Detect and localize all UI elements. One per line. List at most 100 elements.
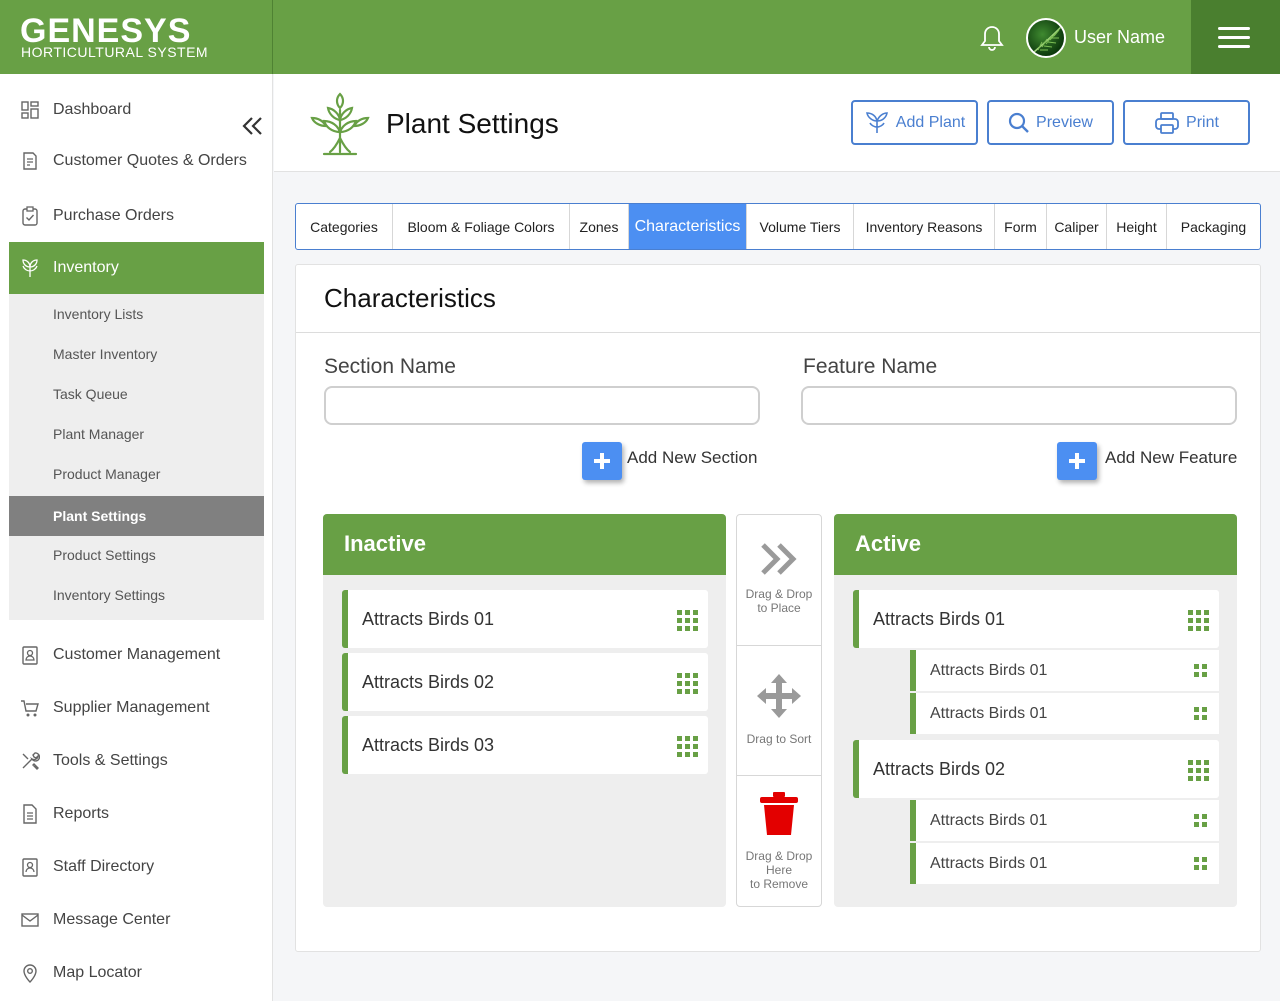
feature-name-input[interactable] (801, 386, 1237, 425)
active-panel: Active Attracts Birds 01 Attracts Birds … (834, 514, 1237, 907)
plus-icon (1069, 453, 1085, 469)
sidebar-item-label: Tools & Settings (53, 752, 168, 769)
sidebar-item-label: Dashboard (53, 101, 132, 118)
drag-handle-icon[interactable] (677, 736, 698, 757)
characteristics-card: Characteristics Section Name Feature Nam… (295, 264, 1261, 952)
drag-handle-icon[interactable] (1188, 610, 1209, 631)
inactive-item[interactable]: Attracts Birds 03 (342, 716, 708, 774)
quotes-icon (23, 152, 37, 170)
sidebar-item-staff-directory[interactable]: Staff Directory (9, 847, 264, 887)
page-header: Plant Settings Add Plant Preview Print (274, 74, 1280, 172)
active-title: Active (834, 514, 1237, 575)
sidebar-item-label: Customer Quotes & Orders (53, 152, 247, 169)
tab-bloom-foliage-colors[interactable]: Bloom & Foliage Colors (393, 204, 570, 249)
sidebar-subitem-task-queue[interactable]: Task Queue (9, 374, 264, 414)
drag-handle-icon[interactable] (1194, 664, 1207, 677)
settings-tabs: Categories Bloom & Foliage Colors Zones … (295, 203, 1261, 250)
drop-to-place-zone[interactable]: Drag & Drop to Place (737, 515, 821, 646)
map-pin-icon (23, 964, 37, 983)
section-name-input[interactable] (324, 386, 760, 425)
menu-line (1218, 36, 1250, 39)
tab-height[interactable]: Height (1107, 204, 1167, 249)
plant-icon (22, 259, 38, 277)
print-button[interactable]: Print (1123, 100, 1250, 145)
sidebar-subitem-inventory-settings[interactable]: Inventory Settings (9, 575, 264, 615)
sidebar-item-dashboard[interactable]: Dashboard (9, 90, 264, 135)
sidebar-item-supplier-management[interactable]: Supplier Management (9, 688, 264, 728)
dashboard-icon (21, 101, 39, 119)
logo[interactable]: GENESYS HORTICULTURAL SYSTEM (0, 0, 273, 74)
tab-form[interactable]: Form (995, 204, 1047, 249)
sidebar-item-customer-management[interactable]: Customer Management (9, 635, 264, 675)
hamburger-menu-button[interactable] (1191, 0, 1280, 74)
sidebar-item-customer-quotes[interactable]: Customer Quotes & Orders (9, 141, 264, 181)
sidebar-item-purchase-orders[interactable]: Purchase Orders (9, 196, 264, 236)
inactive-title: Inactive (323, 514, 726, 575)
sort-text: Drag to Sort (746, 732, 812, 746)
tab-inventory-reasons[interactable]: Inventory Reasons (854, 204, 995, 249)
card-title: Characteristics (324, 283, 496, 313)
sidebar-subitem-plant-manager[interactable]: Plant Manager (9, 414, 264, 454)
trash-icon (760, 792, 798, 835)
group-label: Attracts Birds 02 (873, 758, 1006, 779)
sidebar-item-label: Map Locator (53, 964, 142, 981)
double-chevron-left-icon[interactable] (241, 116, 265, 136)
drag-handle-icon[interactable] (1194, 814, 1207, 827)
tab-packaging[interactable]: Packaging (1167, 204, 1260, 249)
drag-handle-icon[interactable] (1194, 707, 1207, 720)
contact-icon (22, 646, 38, 665)
active-subitem[interactable]: Attracts Birds 01 (910, 843, 1219, 884)
sidebar-item-label: Supplier Management (53, 699, 210, 716)
sidebar-subitem-product-manager[interactable]: Product Manager (9, 454, 264, 494)
printer-icon (1155, 111, 1179, 134)
sidebar-item-label: Inventory (53, 259, 119, 276)
user-name[interactable]: User Name (1074, 27, 1165, 48)
remove-drop-zone[interactable]: Drag & Drop Here to Remove (737, 776, 821, 907)
sidebar-item-tools-settings[interactable]: Tools & Settings (9, 741, 264, 781)
place-text-line: Drag & Drop (745, 587, 813, 601)
sidebar-item-inventory[interactable]: Inventory (9, 242, 264, 294)
sidebar-item-label: Customer Management (53, 646, 221, 663)
inactive-item[interactable]: Attracts Birds 02 (342, 653, 708, 711)
tab-characteristics[interactable]: Characteristics (629, 204, 747, 249)
active-subitem[interactable]: Attracts Birds 01 (910, 650, 1219, 691)
add-plant-button[interactable]: Add Plant (851, 100, 978, 145)
remove-text-line: Here (765, 863, 792, 877)
add-section-label[interactable]: Add New Section (627, 448, 757, 468)
report-icon (23, 804, 37, 824)
active-group[interactable]: Attracts Birds 01 (853, 590, 1219, 648)
preview-button[interactable]: Preview (987, 100, 1114, 145)
active-subitem[interactable]: Attracts Birds 01 (910, 693, 1219, 734)
add-section-button[interactable] (582, 442, 622, 480)
active-subitem[interactable]: Attracts Birds 01 (910, 800, 1219, 841)
tab-volume-tiers[interactable]: Volume Tiers (747, 204, 854, 249)
feature-name-label: Feature Name (803, 355, 938, 378)
avatar[interactable] (1026, 18, 1066, 58)
drag-to-sort-zone: Drag to Sort (737, 646, 821, 776)
drag-handle-icon[interactable] (1194, 857, 1207, 870)
sidebar-subitem-master-inventory[interactable]: Master Inventory (9, 334, 264, 374)
add-feature-label[interactable]: Add New Feature (1105, 448, 1237, 468)
drag-handle-icon[interactable] (677, 673, 698, 694)
plus-icon (594, 453, 610, 469)
tab-caliper[interactable]: Caliper (1047, 204, 1107, 249)
sidebar-subitem-product-settings[interactable]: Product Settings (9, 535, 264, 575)
sidebar-item-reports[interactable]: Reports (9, 794, 264, 834)
sidebar-subitem-inventory-lists[interactable]: Inventory Lists (9, 294, 264, 334)
active-group[interactable]: Attracts Birds 02 (853, 740, 1219, 798)
add-feature-button[interactable] (1057, 442, 1097, 480)
tab-categories[interactable]: Categories (296, 204, 393, 249)
drag-handle-icon[interactable] (1188, 760, 1209, 781)
add-plant-label: Add Plant (895, 113, 966, 131)
sidebar-item-map-locator[interactable]: Map Locator (9, 953, 264, 993)
divider (296, 332, 1260, 333)
bell-icon[interactable] (979, 24, 1005, 52)
clipboard-icon (22, 206, 38, 226)
sidebar-subitem-plant-settings[interactable]: Plant Settings (9, 496, 264, 536)
remove-text-line: to Remove (749, 877, 809, 891)
drag-handle-icon[interactable] (677, 610, 698, 631)
inactive-item[interactable]: Attracts Birds 01 (342, 590, 708, 648)
tab-zones[interactable]: Zones (570, 204, 629, 249)
sidebar-item-message-center[interactable]: Message Center (9, 900, 264, 940)
subitem-label: Attracts Birds 01 (930, 854, 1048, 872)
